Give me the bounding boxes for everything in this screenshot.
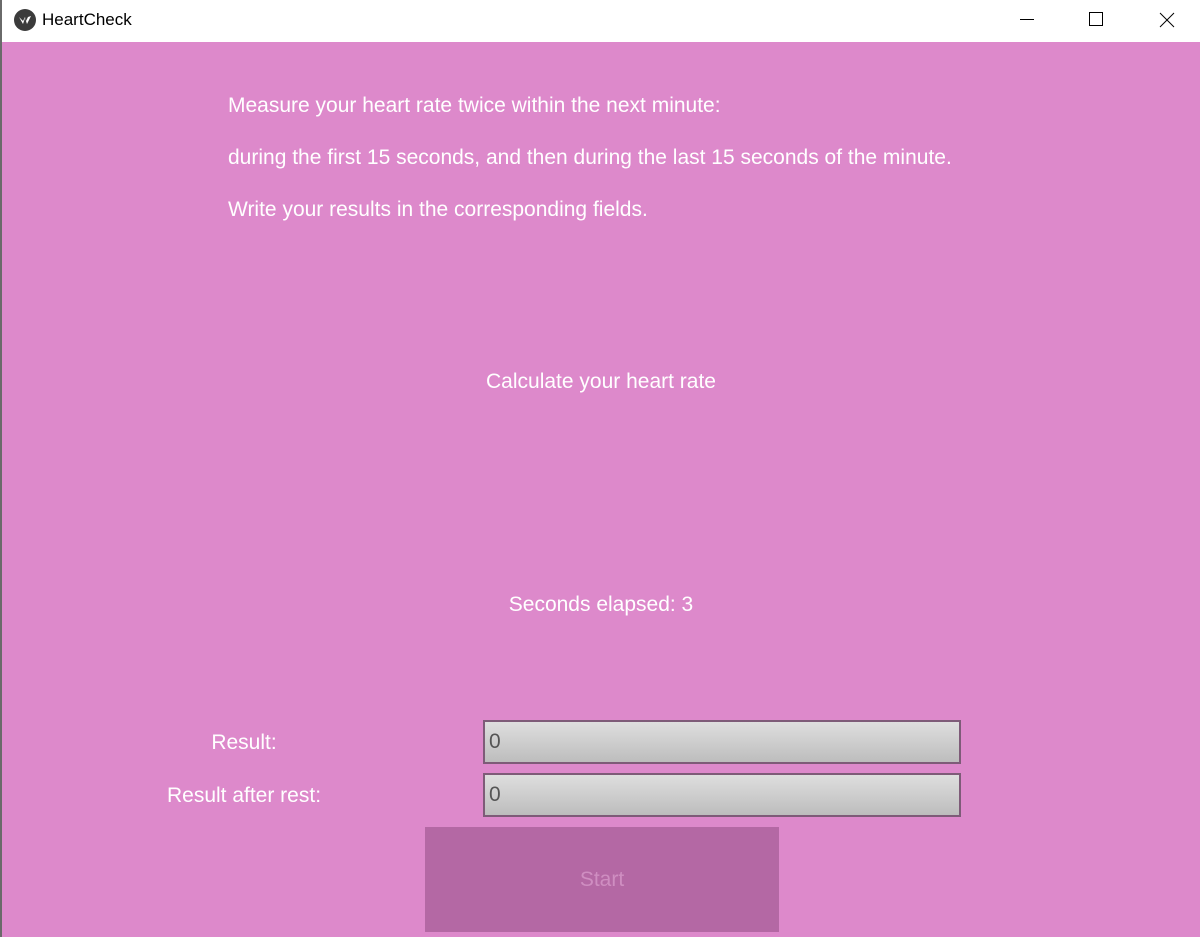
kivy-logo-icon [14,9,36,31]
close-button[interactable] [1132,0,1200,40]
result-after-rest-label: Result after rest: [166,784,322,807]
close-icon [1159,12,1175,28]
instruction-line-3: Write your results in the corresponding … [228,198,648,221]
maximize-icon [1089,12,1103,26]
minimize-icon [1020,19,1034,20]
start-button[interactable]: Start [425,827,779,932]
instruction-line-2: during the first 15 seconds, and then du… [228,146,952,169]
app-window: HeartCheck Measure your heart rate twice… [0,0,1200,937]
result-input[interactable] [483,720,961,764]
seconds-elapsed-label: Seconds elapsed: 3 [508,593,694,616]
result-label: Result: [211,731,277,754]
main-content: Measure your heart rate twice within the… [2,42,1200,937]
instruction-line-1: Measure your heart rate twice within the… [228,94,721,117]
result-after-rest-input[interactable] [483,773,961,817]
window-title: HeartCheck [42,10,132,29]
minimize-button[interactable] [993,0,1061,40]
maximize-button[interactable] [1062,0,1130,40]
title-bar[interactable]: HeartCheck [0,0,1200,42]
calculate-heading: Calculate your heart rate [486,370,716,393]
